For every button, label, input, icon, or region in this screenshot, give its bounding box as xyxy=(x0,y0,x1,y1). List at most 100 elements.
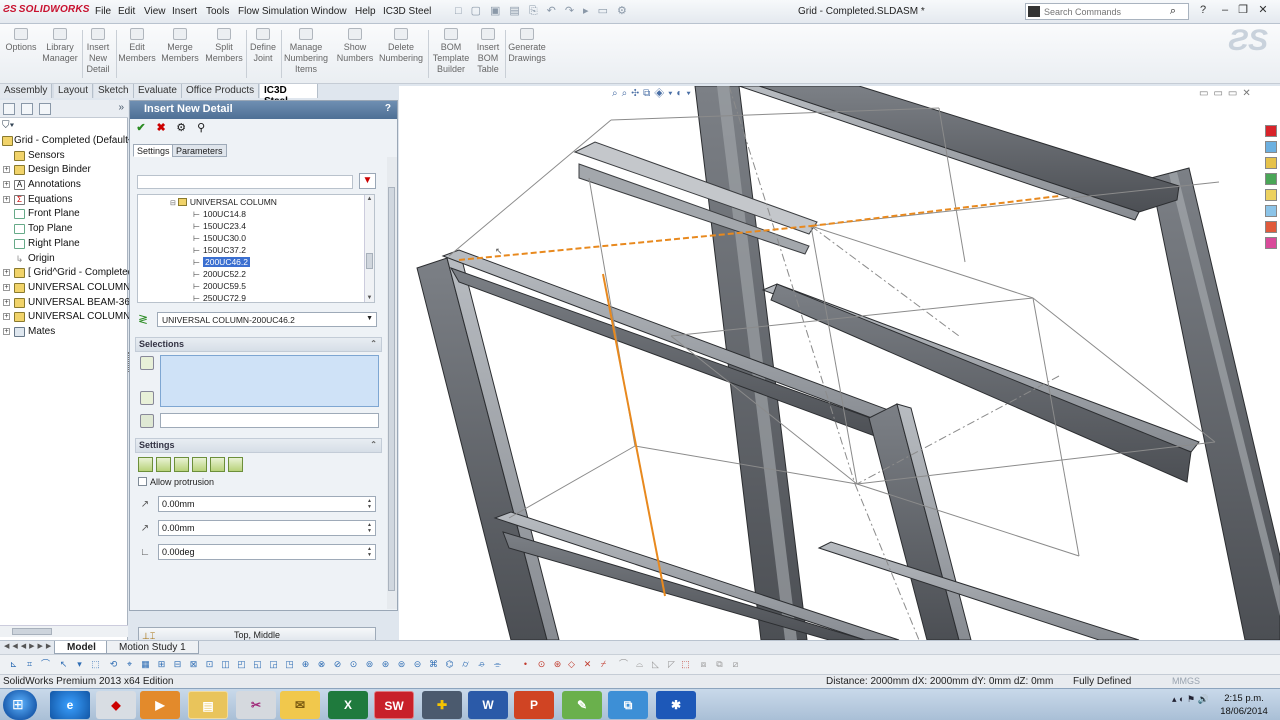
trim-icon[interactable]: ⌿ xyxy=(598,659,609,670)
placement-option-5-button[interactable] xyxy=(210,457,225,472)
solidworks-forum-icon[interactable] xyxy=(1265,221,1277,233)
menu-tools[interactable]: Tools xyxy=(206,6,229,17)
toolbar-tool-icon[interactable]: ⊜ xyxy=(396,659,407,670)
catalog-item[interactable]: ⊢ 150UC23.4 xyxy=(193,220,246,232)
view-palette-icon[interactable] xyxy=(1265,173,1277,185)
expand-icon[interactable]: + xyxy=(3,269,10,277)
checkbox-icon[interactable] xyxy=(138,477,147,486)
expand-icon[interactable]: + xyxy=(3,283,10,291)
filter-icon[interactable]: ▼ xyxy=(359,173,376,189)
menu-view[interactable]: View xyxy=(144,6,166,17)
scroll-up-icon[interactable]: ▲ xyxy=(365,196,374,202)
restore-button[interactable]: ❐ xyxy=(1236,3,1250,17)
panel-splitter[interactable] xyxy=(128,352,132,372)
placement-option-4-button[interactable] xyxy=(192,457,207,472)
beam-front-bottom[interactable] xyxy=(493,511,900,640)
toolbar-tool-icon[interactable]: ⌒ xyxy=(40,659,51,670)
delete-numbering-button[interactable]: Delete Numbering xyxy=(378,28,424,64)
menu-help[interactable]: Help xyxy=(355,6,376,17)
pm-vertical-scrollbar[interactable] xyxy=(387,157,397,609)
profile-dropdown[interactable]: UNIVERSAL COLUMN-200UC46.2 ▼ xyxy=(157,312,377,327)
tree-horizontal-scrollbar[interactable] xyxy=(0,625,128,637)
scrollbar-thumb[interactable] xyxy=(12,628,52,635)
toolbar-tool-icon[interactable]: ⌯ xyxy=(492,659,503,670)
selection-list-box[interactable] xyxy=(160,355,379,407)
tab-office-products[interactable]: Office Products xyxy=(182,84,260,98)
toolbar-tool-icon[interactable]: ⬚ xyxy=(90,659,101,670)
property-tab-icon[interactable] xyxy=(21,103,33,115)
toolbar-tool-icon[interactable]: ⊟ xyxy=(172,659,183,670)
toolbar-tool-icon[interactable]: ⌬ xyxy=(444,659,455,670)
menu-insert[interactable]: Insert xyxy=(172,6,197,17)
secondary-selection-box[interactable] xyxy=(160,413,379,428)
edit-members-button[interactable]: Edit Members xyxy=(118,28,156,64)
custom-properties-icon[interactable] xyxy=(1265,205,1277,217)
content-icon[interactable] xyxy=(1265,237,1277,249)
tab-parameters[interactable]: Parameters xyxy=(172,144,227,157)
catalog-item[interactable]: ⊢ 100UC14.8 xyxy=(193,208,246,220)
toolbar-tool-icon[interactable]: ⊾ xyxy=(8,659,19,670)
toolbar-tool-icon[interactable]: ◰ xyxy=(236,659,247,670)
close-button[interactable]: ✕ xyxy=(1256,3,1270,17)
spin-arrows-icon[interactable]: ▲ ▼ xyxy=(365,522,374,534)
powerpoint-icon[interactable]: P xyxy=(514,691,554,719)
catalog-item-selected[interactable]: ⊢ 200UC46.2 xyxy=(193,256,251,268)
ic3d-app-icon[interactable]: ✚ xyxy=(422,691,462,719)
system-tray[interactable]: ▴ ◐ ⚑ 🔊 xyxy=(1172,694,1209,705)
display-tab-icon[interactable] xyxy=(39,103,51,115)
toolbar-tool-icon[interactable]: ◱ xyxy=(252,659,263,670)
solidworks-taskbar-icon[interactable]: SW xyxy=(374,691,414,719)
tree-item-design-binder[interactable]: + Design Binder xyxy=(0,163,128,178)
minimize-button[interactable]: – xyxy=(1218,3,1232,17)
start-button[interactable]: ⊞ xyxy=(3,690,37,720)
expand-panel-icon[interactable]: » xyxy=(118,102,124,113)
image-viewer-icon[interactable]: ✎ xyxy=(562,691,602,719)
units-selector[interactable]: MMGS xyxy=(1172,676,1200,686)
selections-group-header[interactable]: Selections ⌃ xyxy=(135,337,382,352)
pin-icon[interactable]: ⚲ xyxy=(194,121,208,135)
bom-template-builder-button[interactable]: BOM Template Builder xyxy=(430,28,472,75)
catalog-item[interactable]: ⊢ 150UC37.2 xyxy=(193,244,246,256)
search-scope-icon[interactable] xyxy=(1028,6,1040,17)
catalog-item[interactable]: ⊢ 250UC72.9 xyxy=(193,292,246,302)
heads-up-view-toolbar[interactable]: ⌕⌕✣⧉◈▾◐▾ xyxy=(612,88,695,102)
settings-gear-icon[interactable]: ⚙ xyxy=(174,121,188,135)
expand-icon[interactable]: + xyxy=(3,181,10,189)
menu-file[interactable]: File xyxy=(95,6,111,17)
toolbar-tool-icon[interactable]: ◲ xyxy=(268,659,279,670)
network-app-icon[interactable]: ⧉ xyxy=(608,691,648,719)
menu-edit[interactable]: Edit xyxy=(118,6,135,17)
toolbar-tool-icon[interactable]: ⊙ xyxy=(348,659,359,670)
coincident-icon[interactable]: ⊛ xyxy=(552,659,563,670)
offset-x-field[interactable]: 0.00mm ▲ ▼ xyxy=(158,496,376,512)
rectangle-icon[interactable]: ⬚ xyxy=(680,659,691,670)
circle-icon[interactable]: ⊙ xyxy=(536,659,547,670)
tab-settings[interactable]: Settings xyxy=(133,144,174,157)
catalog-scrollbar[interactable]: ▲ ▼ xyxy=(364,195,374,302)
toolbar-tool-icon[interactable]: ⊝ xyxy=(412,659,423,670)
toolbar-tool-icon[interactable]: ⊡ xyxy=(204,659,215,670)
tree-item-annotations[interactable]: + A Annotations xyxy=(0,178,128,193)
media-player-icon[interactable]: ▶ xyxy=(140,691,180,719)
options-button[interactable]: Options xyxy=(4,28,38,53)
scroll-down-icon[interactable]: ▼ xyxy=(365,295,374,301)
beam-back-bottom[interactable] xyxy=(817,541,1140,640)
library-manager-button[interactable]: Library Manager xyxy=(42,28,78,64)
collapse-icon[interactable]: ⊟ xyxy=(170,200,176,207)
catalog-item[interactable]: ⊢ 150UC30.0 xyxy=(193,232,246,244)
tree-item-top-plane[interactable]: Top Plane xyxy=(0,222,128,237)
toolbar-tool-icon[interactable]: ⊚ xyxy=(364,659,375,670)
placement-option-6-button[interactable] xyxy=(228,457,243,472)
tab-ic3d-steel[interactable]: IC3D Steel xyxy=(260,84,318,107)
collapse-icon[interactable]: ⌃ xyxy=(370,339,377,348)
toolbar-tool-icon[interactable]: ⊘ xyxy=(332,659,343,670)
feature-tree-tab-icon[interactable] xyxy=(3,103,15,115)
toolbar-tool-icon[interactable]: ⊞ xyxy=(156,659,167,670)
spin-arrows-icon[interactable]: ▲ ▼ xyxy=(365,546,374,558)
show-numbers-button[interactable]: Show Numbers xyxy=(334,28,376,64)
solidworks-logo[interactable]: ƧS SOLIDWORKS xyxy=(3,4,90,15)
placement-option-1-button[interactable] xyxy=(138,457,153,472)
tab-motion-study-1[interactable]: Motion Study 1 xyxy=(106,641,199,654)
allow-protrusion-checkbox[interactable]: Allow protrusion xyxy=(138,477,214,487)
toolbar-tool-icon[interactable]: ⌖ xyxy=(124,659,135,670)
